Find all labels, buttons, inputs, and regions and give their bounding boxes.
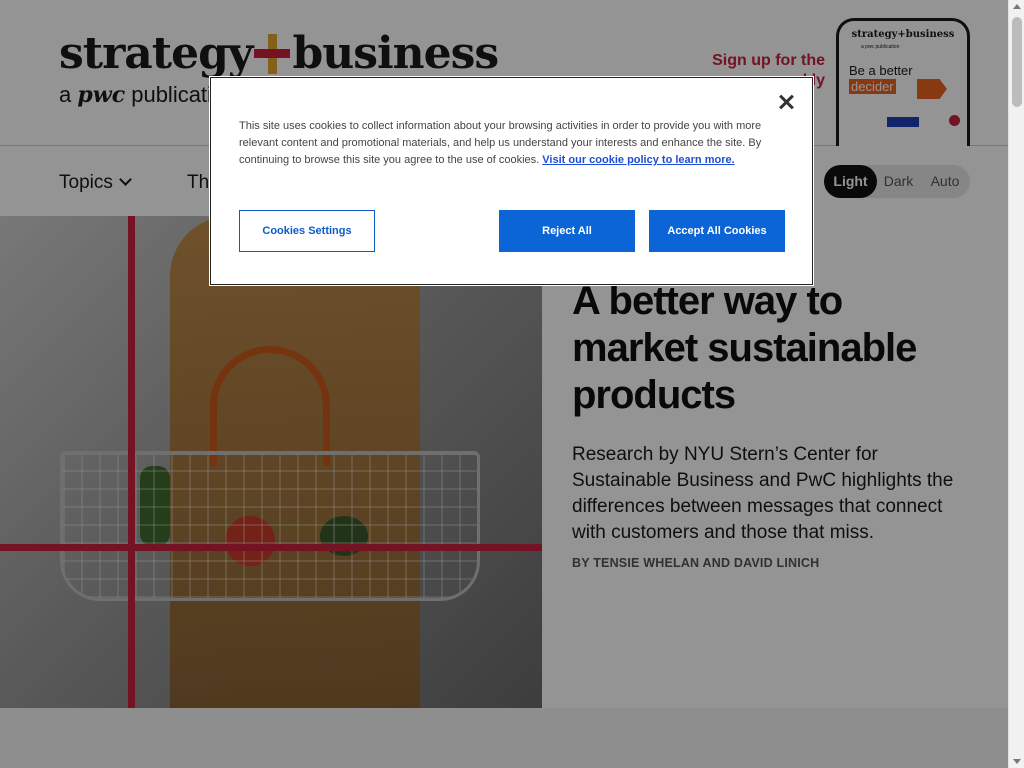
- accept-all-cookies-button[interactable]: Accept All Cookies: [649, 210, 785, 252]
- close-icon[interactable]: [776, 92, 796, 112]
- reject-all-button[interactable]: Reject All: [499, 210, 635, 252]
- cookie-consent-dialog: This site uses cookies to collect inform…: [210, 77, 813, 285]
- scroll-down-arrow-icon[interactable]: [1013, 759, 1021, 764]
- cookies-settings-button[interactable]: Cookies Settings: [239, 210, 375, 252]
- cookie-policy-link[interactable]: Visit our cookie policy to learn more.: [542, 154, 734, 166]
- cookie-notice-text: This site uses cookies to collect inform…: [239, 118, 779, 169]
- page-scrollbar[interactable]: [1008, 0, 1024, 768]
- scroll-thumb[interactable]: [1012, 17, 1022, 107]
- scroll-up-arrow-icon[interactable]: [1013, 4, 1021, 9]
